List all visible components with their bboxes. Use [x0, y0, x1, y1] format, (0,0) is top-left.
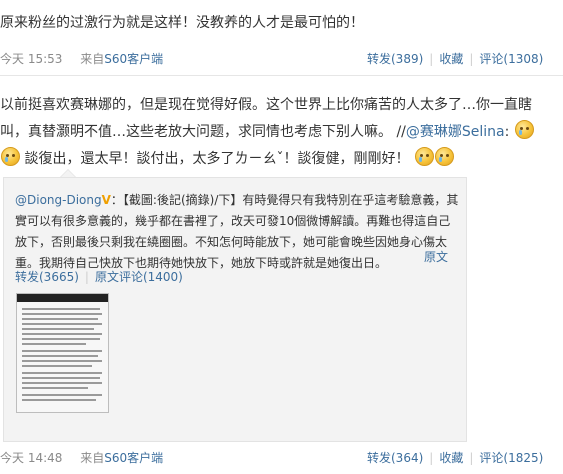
repost-forward-link[interactable]: 转发(3665) [15, 270, 79, 284]
thumbnail-text-line [22, 343, 86, 345]
post2-text-c: 談復出，還太早！談付出，太多了ㄌㄧㄠˇ！談復健，剛剛好！ [24, 151, 410, 167]
verified-badge-icon: V [101, 193, 111, 207]
post2-source-link[interactable]: S60客户端 [104, 451, 163, 465]
thumbnail-text-line [22, 394, 102, 396]
thumbnail-text-line [22, 360, 102, 362]
repost-arrow-fill [61, 170, 75, 177]
post1-actions: 转发(389) | 收藏 | 评论(1308) [367, 52, 544, 66]
post2-actions: 转发(364) | 收藏 | 评论(1825) [367, 451, 544, 465]
post2-forward-link[interactable]: 转发(364) [367, 451, 423, 465]
post1-time: 今天 15:53 [0, 52, 63, 66]
thumbnail-text-line [22, 350, 102, 352]
thumbnail-text-line [22, 365, 92, 367]
post1-meta: 今天 15:53 来自S60客户端 [0, 50, 163, 67]
thumbnail-text-line [22, 377, 100, 379]
post2-mention-link[interactable]: @赛琳娜Selina [406, 124, 505, 140]
post2-comment-link[interactable]: 评论(1825) [479, 451, 543, 465]
thumbnail-text-line [22, 328, 94, 330]
post1-comment-link[interactable]: 评论(1308) [479, 52, 543, 66]
thumbnail-text-line [22, 338, 100, 340]
repost-image-thumbnail[interactable] [16, 293, 109, 413]
thumbnail-text-line [22, 323, 102, 325]
thumbnail-text-line [22, 399, 96, 401]
thumbnail-text-line [22, 372, 102, 374]
post-divider [0, 75, 563, 76]
thumbnail-header [17, 294, 108, 302]
repost-author-link[interactable]: @Diong-Diong [15, 193, 102, 207]
post1-source-link[interactable]: S60客户端 [104, 52, 163, 66]
thumbnail-text-line [22, 313, 102, 315]
post2-time: 今天 14:48 [0, 451, 63, 465]
thumbnail-text-line [22, 333, 102, 335]
crying-face-icon [414, 147, 434, 166]
thumbnail-text-line [22, 387, 88, 389]
post1-text: 原来粉丝的过激行为就是这样！没教养的人才是最可怕的！ [0, 15, 364, 31]
post2-source-prefix: 来自 [80, 451, 105, 465]
crying-face-icon [1, 147, 20, 166]
repost-original-link[interactable]: 原文 [424, 248, 448, 265]
thumbnail-text-line [22, 355, 98, 357]
crying-face-icon [434, 147, 454, 166]
crying-face-icon [514, 120, 534, 139]
thumbnail-text-line [22, 318, 98, 320]
post1-source-prefix: 来自 [80, 52, 105, 66]
post2-text-b: : [504, 124, 510, 140]
repost-text: @Diong-DiongV：【截圖:後記(摘錄)/下】有時覺得只有我特別在乎這考… [15, 190, 460, 274]
thumbnail-text-line [22, 382, 102, 384]
post2-meta: 今天 14:48 来自S60客户端 [0, 449, 163, 466]
post1-favorite-link[interactable]: 收藏 [439, 52, 463, 66]
thumbnail-text-line [22, 308, 100, 310]
repost-meta: 转发(3665) | 原文评论(1400) [15, 270, 183, 284]
post2-favorite-link[interactable]: 收藏 [439, 451, 463, 465]
post1-forward-link[interactable]: 转发(389) [367, 52, 423, 66]
post2-text: 以前挺喜欢赛琳娜的，但是现在觉得好假。这个世界上比你痛苦的人太多了…你一直瞎叫，… [0, 92, 552, 173]
repost-orig-comment-link[interactable]: 原文评论(1400) [95, 270, 183, 284]
